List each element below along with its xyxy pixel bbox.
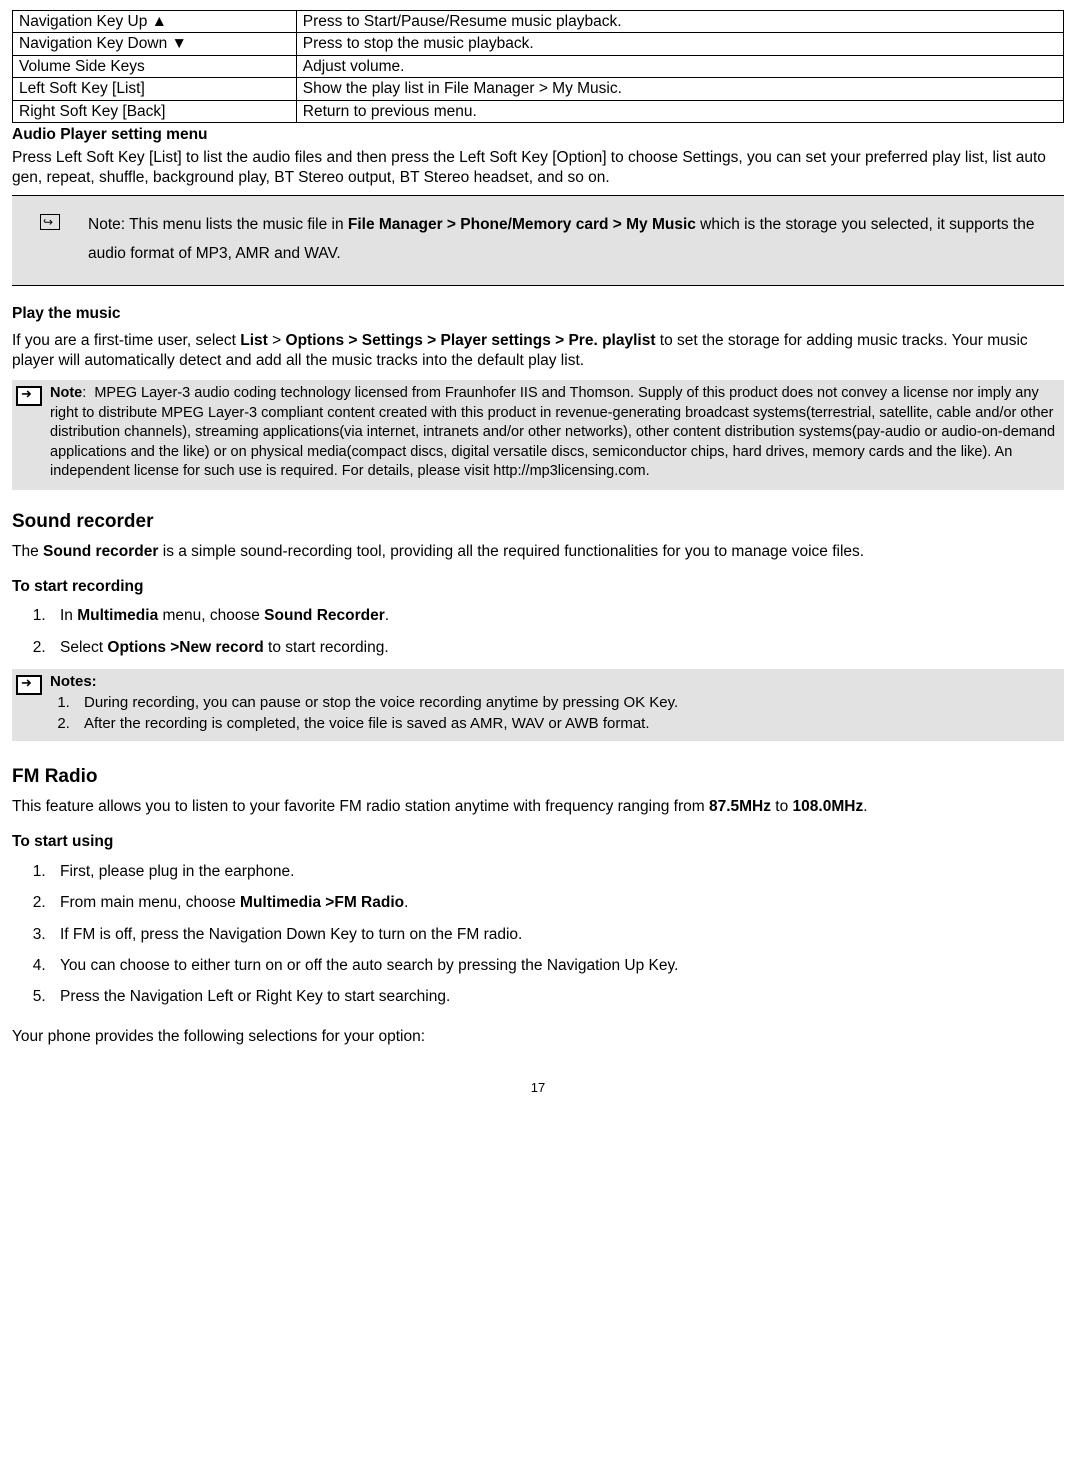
audio-player-text: Press Left Soft Key [List] to list the a… xyxy=(12,148,1064,187)
audio-player-heading: Audio Player setting menu xyxy=(12,125,1064,144)
t: Sound Recorder xyxy=(264,607,385,624)
notes-list: During recording, you can pause or stop … xyxy=(50,694,678,734)
t: This feature allows you to listen to you… xyxy=(12,798,709,815)
t: . xyxy=(385,607,389,624)
table-row: Volume Side Keys Adjust volume. xyxy=(13,55,1064,77)
table-row: Right Soft Key [Back] Return to previous… xyxy=(13,100,1064,122)
key-name: Navigation Key Down ▼ xyxy=(13,33,297,55)
step: If FM is off, press the Navigation Down … xyxy=(50,925,1064,944)
t: Select xyxy=(60,639,107,656)
to-start-using-heading: To start using xyxy=(12,832,1064,851)
fm-radio-heading: FM Radio xyxy=(12,765,1064,789)
t: > xyxy=(268,332,286,349)
note-box: Note: This menu lists the music file in … xyxy=(12,195,1064,286)
page-number: 17 xyxy=(12,1080,1064,1096)
t: to xyxy=(771,798,793,815)
fm-radio-text: This feature allows you to listen to you… xyxy=(12,797,1064,816)
step: From main menu, choose Multimedia >FM Ra… xyxy=(50,893,1064,912)
key-desc: Press to Start/Pause/Resume music playba… xyxy=(296,11,1063,33)
t: menu, choose xyxy=(158,607,264,624)
keys-table: Navigation Key Up ▲ Press to Start/Pause… xyxy=(12,10,1064,123)
step: In Multimedia menu, choose Sound Recorde… xyxy=(50,606,1064,625)
t: 87.5MHz xyxy=(709,798,771,815)
t: If you are a first-time user, select xyxy=(12,332,240,349)
table-row: Navigation Key Up ▲ Press to Start/Pause… xyxy=(13,11,1064,33)
recording-steps: In Multimedia menu, choose Sound Recorde… xyxy=(22,606,1064,657)
mpeg-note-content: Note: MPEG Layer-3 audio coding technolo… xyxy=(50,384,1060,482)
t: List xyxy=(240,332,268,349)
table-row: Navigation Key Down ▼ Press to stop the … xyxy=(13,33,1064,55)
step: First, please plug in the earphone. xyxy=(50,862,1064,881)
t: In xyxy=(60,607,77,624)
step: Select Options >New record to start reco… xyxy=(50,638,1064,657)
t: Options >New record xyxy=(107,639,263,656)
mpeg-note-box: Note: MPEG Layer-3 audio coding technolo… xyxy=(12,380,1064,490)
key-name: Volume Side Keys xyxy=(13,55,297,77)
t: The xyxy=(12,543,43,560)
sound-recorder-heading: Sound recorder xyxy=(12,510,1064,534)
to-start-recording-heading: To start recording xyxy=(12,577,1064,596)
key-name: Navigation Key Up ▲ xyxy=(13,11,297,33)
note-item: After the recording is completed, the vo… xyxy=(74,715,678,734)
t: to start recording. xyxy=(264,639,389,656)
notes-heading: Notes: xyxy=(50,673,97,690)
note-pre: Note: This menu lists the music file in xyxy=(88,216,348,233)
play-music-text: If you are a first-time user, select Lis… xyxy=(12,331,1064,370)
key-desc: Press to stop the music playback. xyxy=(296,33,1063,55)
note-label: Note xyxy=(50,385,82,401)
key-name: Left Soft Key [List] xyxy=(13,78,297,100)
note-bold: File Manager > Phone/Memory card > My Mu… xyxy=(348,216,696,233)
key-name: Right Soft Key [Back] xyxy=(13,100,297,122)
recorder-notes-content: Notes: During recording, you can pause o… xyxy=(50,673,678,735)
t: . xyxy=(863,798,867,815)
t: 108.0MHz xyxy=(793,798,864,815)
t: Options > Settings > Player settings > P… xyxy=(286,332,656,349)
note-icon xyxy=(16,675,42,695)
key-desc: Return to previous menu. xyxy=(296,100,1063,122)
table-row: Left Soft Key [List] Show the play list … xyxy=(13,78,1064,100)
t: Multimedia >FM Radio xyxy=(240,894,404,911)
fm-closing-text: Your phone provides the following select… xyxy=(12,1027,1064,1046)
t: Multimedia xyxy=(77,607,158,624)
note-icon xyxy=(16,386,42,406)
note-item: During recording, you can pause or stop … xyxy=(74,694,678,713)
mpeg-note-text: MPEG Layer-3 audio coding technology lic… xyxy=(50,385,1055,479)
recorder-notes-box: Notes: During recording, you can pause o… xyxy=(12,669,1064,741)
step: You can choose to either turn on or off … xyxy=(50,956,1064,975)
t: is a simple sound-recording tool, provid… xyxy=(158,543,864,560)
key-desc: Show the play list in File Manager > My … xyxy=(296,78,1063,100)
key-desc: Adjust volume. xyxy=(296,55,1063,77)
t: From main menu, choose xyxy=(60,894,240,911)
t: Sound recorder xyxy=(43,543,158,560)
t: : xyxy=(82,385,86,401)
sound-recorder-text: The Sound recorder is a simple sound-rec… xyxy=(12,542,1064,561)
fm-steps: First, please plug in the earphone. From… xyxy=(22,862,1064,1007)
play-music-heading: Play the music xyxy=(12,304,1064,323)
note-icon xyxy=(40,214,60,230)
note-text: Note: This menu lists the music file in … xyxy=(88,210,1046,269)
step: Press the Navigation Left or Right Key t… xyxy=(50,987,1064,1006)
t: . xyxy=(404,894,408,911)
